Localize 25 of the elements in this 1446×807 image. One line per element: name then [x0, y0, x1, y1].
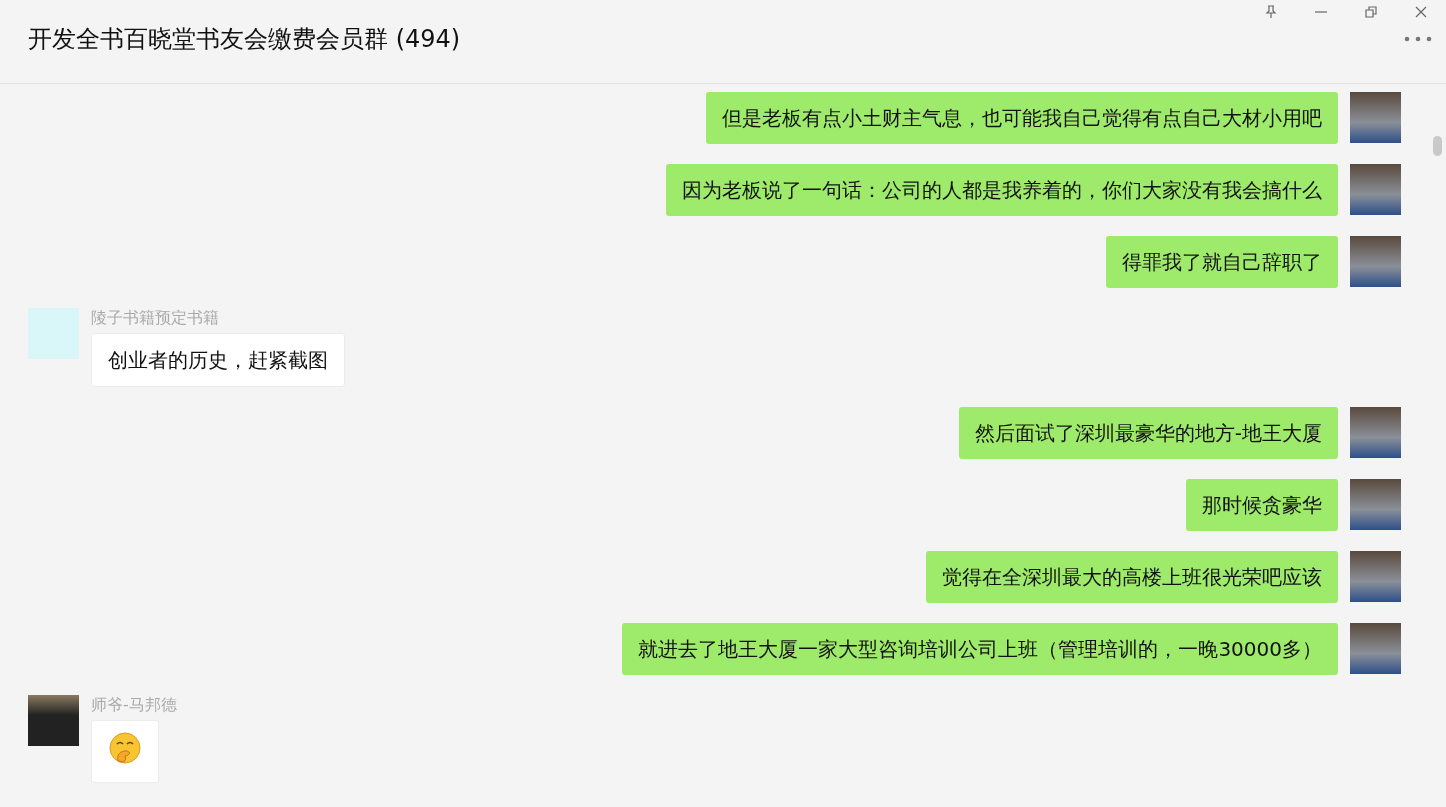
sender-name: 陵子书籍预定书籍 [91, 308, 220, 329]
message-bubble: 那时候贪豪华 [1186, 479, 1338, 531]
message-bubble: 得罪我了就自己辞职了 [1106, 236, 1338, 288]
message-bubble: 但是老板有点小土财主气息，也可能我自己觉得有点自己大材小用吧 [706, 92, 1338, 144]
scrollbar-thumb[interactable] [1433, 136, 1442, 156]
message-bubble: 然后面试了深圳最豪华的地方-地王大厦 [958, 407, 1338, 459]
avatar-photo-placeholder[interactable] [1350, 551, 1401, 602]
pin-icon[interactable] [1264, 5, 1278, 19]
avatar-photo-placeholder[interactable] [1350, 623, 1401, 674]
avatar-photo-placeholder[interactable] [28, 695, 79, 746]
sender-name: 师爷-马邦德 [91, 695, 177, 716]
message-bubble: 就进去了地王大厦一家大型咨询培训公司上班（管理培训的，一晚30000多） [622, 623, 1338, 675]
more-icon[interactable] [1404, 36, 1432, 42]
restore-icon[interactable] [1364, 5, 1378, 19]
chat-title: 开发全书百晓堂书友会缴费会员群 (494) [28, 24, 461, 55]
hand-over-mouth-emoji-icon [108, 731, 142, 765]
avatar-photo-placeholder[interactable] [1350, 92, 1401, 143]
avatar-photo-placeholder[interactable] [1350, 479, 1401, 530]
close-icon[interactable] [1414, 5, 1428, 19]
message-bubble: 因为老板说了一句话：公司的人都是我养着的，你们大家没有我会搞什么 [666, 164, 1338, 216]
avatar-photo-placeholder[interactable] [1350, 236, 1401, 287]
avatar-photo-placeholder[interactable] [1350, 164, 1401, 215]
message-bubble: 创业者的历史，赶紧截图 [91, 333, 345, 387]
message-bubble: 觉得在全深圳最大的高楼上班很光荣吧应该 [926, 551, 1338, 603]
avatar-photo-placeholder[interactable] [1350, 407, 1401, 458]
